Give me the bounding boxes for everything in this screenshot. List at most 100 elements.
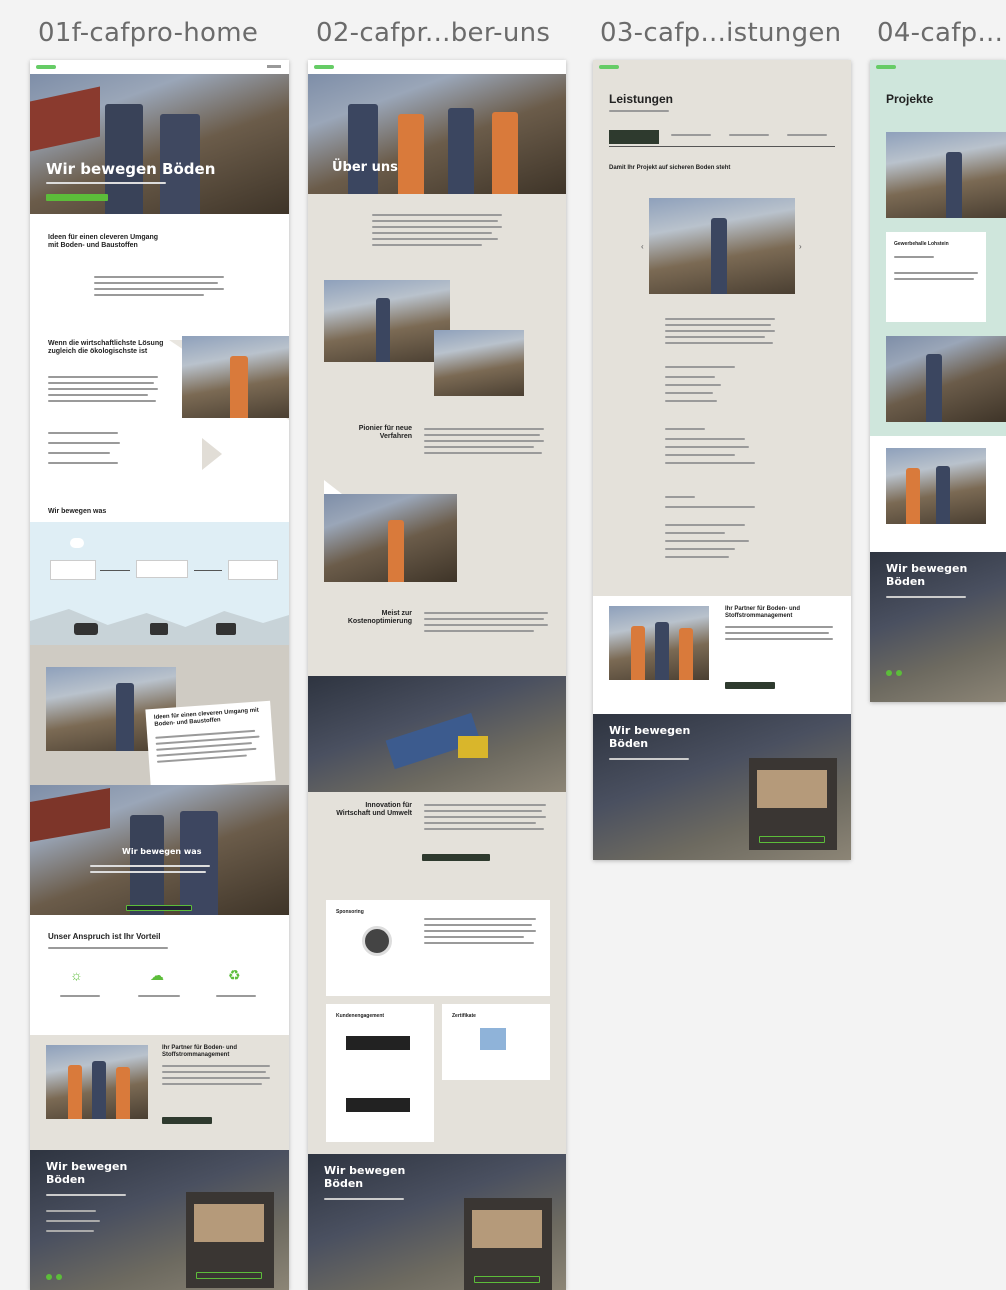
arrow-right-icon[interactable]: › xyxy=(799,242,802,251)
social-icon[interactable] xyxy=(46,1274,52,1280)
flow-step-box xyxy=(228,560,278,580)
flow-heading: Wir bewegen was xyxy=(48,508,107,515)
social-icon[interactable] xyxy=(896,670,902,676)
artboard-projects[interactable]: Projekte Gewerbehalle Lohstein Wir beweg… xyxy=(870,60,1006,702)
footer-title: Wir bewegen Böden xyxy=(46,1160,128,1186)
partner-button[interactable] xyxy=(162,1117,212,1124)
certificates-box: Zertifikate xyxy=(442,1004,550,1080)
partner-button[interactable] xyxy=(725,682,775,689)
artboard-label-services[interactable]: 03-cafp...istungen xyxy=(600,18,841,48)
play-icon[interactable] xyxy=(202,438,222,470)
hero-title: Über uns xyxy=(332,160,398,175)
subheading: Damit Ihr Projekt auf sicheren Boden ste… xyxy=(609,165,731,171)
heading-pioneer: Pionier für neue Verfahren xyxy=(358,425,412,440)
project-image-3 xyxy=(886,448,986,524)
partner-logo xyxy=(346,1098,410,1112)
innovation-button[interactable] xyxy=(422,854,490,861)
cloud-icon: ☁ xyxy=(150,967,164,983)
intro-text xyxy=(308,194,566,274)
project-card: Gewerbehalle Lohstein xyxy=(886,232,986,322)
footer: Wir bewegen Böden xyxy=(30,1150,289,1290)
partner-heading: Ihr Partner für Boden- und Stoffstromman… xyxy=(725,606,800,619)
heading-innovation: Innovation für Wirtschaft und Umwelt xyxy=(336,802,412,817)
sponsor-logo xyxy=(362,926,392,956)
intro-heading: Ideen für einen cleveren Umgang mit Bode… xyxy=(48,234,159,249)
logo[interactable] xyxy=(599,65,619,69)
excavator-image xyxy=(308,676,566,792)
machine-red xyxy=(30,86,100,152)
idea-card: Ideen für einen cleveren Umgang mit Bode… xyxy=(145,700,276,785)
sponsoring-heading: Sponsoring xyxy=(336,909,364,915)
nav-bar xyxy=(308,60,566,74)
partner-image xyxy=(46,1045,148,1119)
project-card-heading: Gewerbehalle Lohstein xyxy=(894,241,949,247)
footer-title: Wir bewegen Böden xyxy=(324,1164,406,1190)
artboard-services[interactable]: Leistungen Damit Ihr Projekt auf sichere… xyxy=(593,60,851,860)
service-image xyxy=(649,198,795,294)
social-icon[interactable] xyxy=(886,670,892,676)
arrow-icon xyxy=(100,570,130,571)
social-icon[interactable] xyxy=(56,1274,62,1280)
truck-icon xyxy=(150,623,168,635)
flow-step-box xyxy=(136,560,188,578)
footer: Wir bewegen Böden xyxy=(308,1154,566,1290)
footer-card xyxy=(749,758,837,850)
hero-image: Wir bewegen Böden xyxy=(30,74,289,214)
nav-bar xyxy=(870,60,1006,74)
logo[interactable] xyxy=(36,65,56,69)
cloud-icon xyxy=(70,538,84,548)
arrow-icon xyxy=(194,570,222,571)
arrow-left-icon[interactable]: ‹ xyxy=(641,242,644,251)
idea-card-heading: Ideen für einen cleveren Umgang mit Bode… xyxy=(153,707,259,728)
artboard-label-home[interactable]: 01f-cafpro-home xyxy=(38,18,258,48)
lightbulb-icon: ☼ xyxy=(70,967,83,983)
person-figure xyxy=(105,104,143,214)
partner-heading: Ihr Partner für Boden- und Stoffstromman… xyxy=(162,1045,237,1058)
heading-cost: Meist zur Kostenoptimierung xyxy=(347,610,412,625)
partner-logo xyxy=(346,1036,410,1050)
footer-card-button[interactable] xyxy=(474,1276,540,1283)
page-title: Leistungen xyxy=(609,92,674,106)
recycle-icon: ♻ xyxy=(228,967,241,983)
partner-section: Ihr Partner für Boden- und Stoffstromman… xyxy=(593,596,851,714)
footer-card-image xyxy=(194,1204,264,1242)
hero-image: Über uns xyxy=(308,74,566,194)
intro-section: Ideen für einen cleveren Umgang mit Bode… xyxy=(30,214,289,330)
about-image-2 xyxy=(434,330,524,396)
about-image-1 xyxy=(324,280,450,362)
sponsoring-box: Sponsoring xyxy=(326,900,550,996)
nav-bar xyxy=(30,60,289,74)
logo[interactable] xyxy=(314,65,334,69)
cta-button[interactable] xyxy=(46,194,108,201)
footer-card xyxy=(186,1192,274,1288)
banner-button[interactable] xyxy=(126,905,192,911)
footer: Wir bewegen Böden xyxy=(593,714,851,860)
artboard-label-projects[interactable]: 04-cafp... xyxy=(877,18,1003,48)
banner-image: Wir bewegen was xyxy=(30,785,289,915)
menu-icon[interactable] xyxy=(267,65,281,68)
engagement-box: Kundenengagement xyxy=(326,1004,434,1142)
solution-image xyxy=(182,336,289,418)
artboard-home[interactable]: Wir bewegen Böden Ideen für einen clever… xyxy=(30,60,289,1290)
hero-title: Wir bewegen Böden xyxy=(46,160,216,178)
solution-section: Wenn die wirtschaftlichste Lösung zuglei… xyxy=(30,330,289,500)
partner-section: Ihr Partner für Boden- und Stoffstromman… xyxy=(30,1035,289,1150)
artboard-about[interactable]: Über uns Pionier für neue Verfahren Meis… xyxy=(308,60,566,1290)
footer-card-button[interactable] xyxy=(759,836,825,843)
artboard-label-about[interactable]: 02-cafpr...ber-uns xyxy=(316,18,550,48)
footer-title: Wir bewegen Böden xyxy=(886,562,968,588)
logo[interactable] xyxy=(876,65,896,69)
project-list xyxy=(870,436,1006,552)
partner-image xyxy=(609,606,709,680)
solution-heading: Wenn die wirtschaftlichste Lösung zuglei… xyxy=(48,340,164,355)
page-title: Projekte xyxy=(886,92,934,106)
tractor-icon xyxy=(216,623,236,635)
project-image-2 xyxy=(886,336,1006,422)
about-image-3 xyxy=(324,494,457,582)
nav-bar xyxy=(593,60,851,74)
footer-title: Wir bewegen Böden xyxy=(609,724,691,750)
footer: Wir bewegen Böden xyxy=(870,552,1006,702)
footer-card-button[interactable] xyxy=(196,1272,262,1279)
banner-title: Wir bewegen was xyxy=(122,847,202,856)
tab-active[interactable] xyxy=(609,130,659,144)
